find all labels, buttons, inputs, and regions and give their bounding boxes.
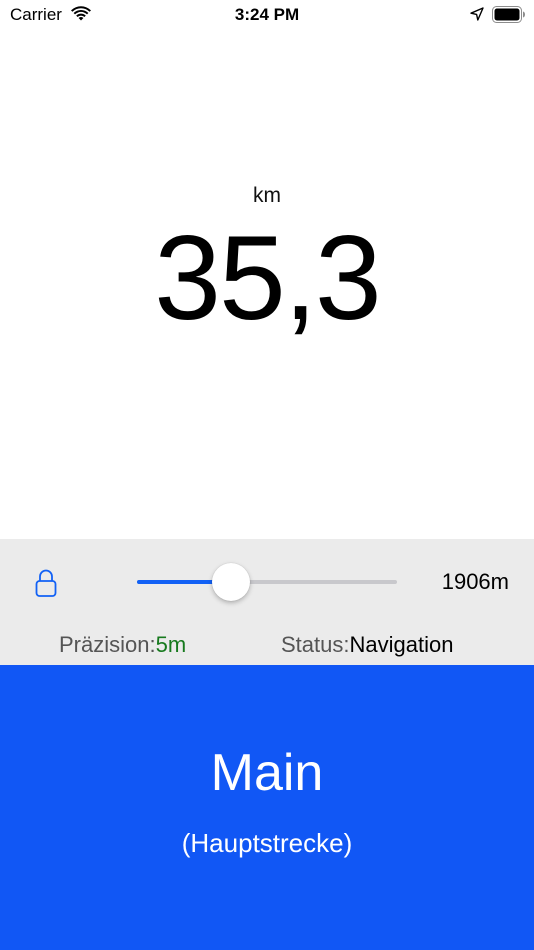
status-time: 3:24 PM [234,5,300,24]
status-bar: Carrier 3:24 PM [0,0,534,30]
status-value: Navigation [349,632,454,657]
road-subtitle: (Hauptstrecke) [181,828,353,858]
slider-thumb[interactable] [211,563,250,601]
distance-value: 35,3 [154,211,382,345]
distance-unit: km [253,184,281,207]
app-screen: Carrier 3:24 PM km 35,3 1906m Präzision:… [0,0,534,950]
location-arrow-icon [470,7,484,21]
battery-icon [492,6,525,23]
lock-icon[interactable] [33,568,59,598]
precision-label: Präzision: [59,632,156,657]
status-label: Status: [281,632,350,657]
range-slider[interactable] [137,561,397,603]
status-info: Status:Navigation [281,632,453,658]
slider-value: 1906m [441,569,509,594]
controls-panel: 1906m Präzision:5m Status:Navigation [0,539,534,665]
road-panel[interactable]: Main (Hauptstrecke) [0,665,534,950]
precision-info: Präzision:5m [59,632,186,658]
road-name: Main [210,744,324,802]
precision-value: 5m [155,632,187,657]
